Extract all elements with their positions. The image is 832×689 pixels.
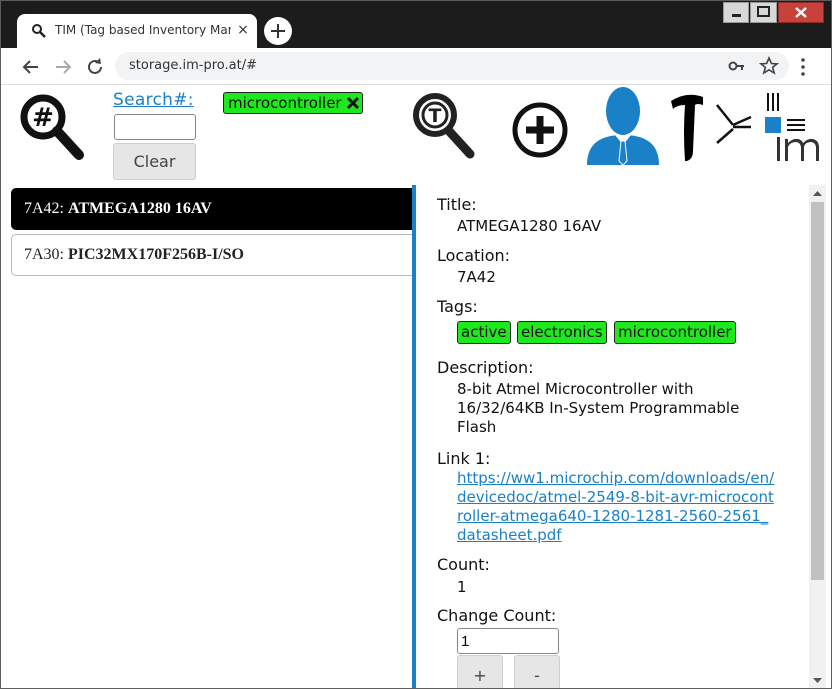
panel-divider[interactable] xyxy=(412,185,416,688)
maximize-icon xyxy=(757,6,770,17)
title-label: Title: xyxy=(437,195,477,214)
add-item-icon[interactable] xyxy=(511,101,569,159)
minimize-icon xyxy=(732,14,741,17)
browser-toolbar: storage.im-pro.at/# xyxy=(1,48,831,85)
datasheet-link[interactable]: https://ww1.microchip.com/downloads/en/ … xyxy=(457,469,807,545)
browser-tab[interactable]: TIM (Tag based Inventory Management) × xyxy=(17,14,257,48)
change-count-label: Change Count: xyxy=(437,606,557,625)
link-line: datasheet.pdf xyxy=(457,526,562,544)
magnifier-favicon-icon xyxy=(32,24,46,38)
tab-close-icon[interactable]: × xyxy=(235,22,251,38)
plus-icon xyxy=(271,24,285,38)
minimize-button[interactable] xyxy=(723,2,749,23)
list-item[interactable]: 7A42: ATMEGA1280 16AV xyxy=(11,188,415,230)
hash-search-icon[interactable]: # xyxy=(19,93,85,161)
tab-title: TIM (Tag based Inventory Management) xyxy=(55,23,231,37)
tag-chip-microcontroller[interactable]: microcontroller xyxy=(614,321,736,344)
key-icon[interactable] xyxy=(727,56,747,76)
scroll-up-arrow-icon[interactable] xyxy=(809,185,826,202)
vertical-scrollbar[interactable] xyxy=(809,185,826,689)
change-count-input[interactable] xyxy=(457,628,559,654)
description-line: Flash xyxy=(457,418,497,436)
scroll-down-arrow-icon[interactable] xyxy=(809,672,826,689)
remove-tag-icon[interactable] xyxy=(346,96,360,110)
description-label: Description: xyxy=(437,358,534,377)
back-arrow-icon[interactable] xyxy=(19,55,43,79)
new-tab-button[interactable] xyxy=(264,17,292,45)
filter-tag-chip: microcontroller xyxy=(223,92,363,114)
tag-chip-active[interactable]: active xyxy=(457,321,511,344)
count-value: 1 xyxy=(457,578,467,596)
tag-search-icon[interactable]: T xyxy=(409,91,477,161)
link-line: https://ww1.microchip.com/downloads/en/ xyxy=(457,469,775,487)
decrement-button[interactable]: - xyxy=(514,655,560,688)
item-title: PIC32MX170F256B-I/SO xyxy=(68,246,244,263)
search-input[interactable] xyxy=(114,114,196,140)
link-line: devicedoc/atmel-2549-8-bit-avr-microcont xyxy=(457,488,774,506)
location-value: 7A42 xyxy=(457,268,496,286)
svg-text:#: # xyxy=(32,103,54,133)
star-icon[interactable] xyxy=(759,56,779,76)
description-line: 16/32/64KB In-System Programmable xyxy=(457,399,740,417)
tag-chip-electronics[interactable]: electronics xyxy=(517,321,607,344)
kebab-menu-icon[interactable] xyxy=(793,56,813,78)
link-line: roller-atmega640-1280-1281-2560-2561_ xyxy=(457,507,769,525)
increment-button[interactable]: + xyxy=(457,655,503,688)
item-location: 7A42: xyxy=(24,200,64,217)
address-bar[interactable]: storage.im-pro.at/# xyxy=(115,52,789,80)
item-location: 7A30: xyxy=(24,246,64,263)
tim-logo[interactable] xyxy=(667,89,823,163)
page-content: # Search#: Clear microcontroller T 7A42:… xyxy=(1,85,831,689)
count-label: Count: xyxy=(437,555,490,574)
location-label: Location: xyxy=(437,246,511,265)
description-line: 8-bit Atmel Microcontroller with xyxy=(457,380,694,398)
scroll-thumb[interactable] xyxy=(811,202,824,580)
reload-icon[interactable] xyxy=(83,55,107,79)
window-close-button[interactable] xyxy=(778,2,824,23)
browser-window: TIM (Tag based Inventory Management) × xyxy=(0,0,832,689)
svg-text:T: T xyxy=(429,105,442,127)
list-item[interactable]: 7A30: PIC32MX170F256B-I/SO xyxy=(11,234,415,276)
item-title: ATMEGA1280 16AV xyxy=(68,200,212,217)
clear-button[interactable]: Clear xyxy=(113,143,196,180)
tags-label: Tags: xyxy=(437,297,478,316)
user-account-icon[interactable] xyxy=(585,85,661,165)
filter-tag-label: microcontroller xyxy=(228,94,342,112)
forward-arrow-icon[interactable] xyxy=(51,55,75,79)
search-link[interactable]: Search#: xyxy=(113,90,194,110)
item-list: 7A42: ATMEGA1280 16AV 7A30: PIC32MX170F2… xyxy=(1,185,415,688)
title-value: ATMEGA1280 16AV xyxy=(457,217,602,235)
address-url: storage.im-pro.at/# xyxy=(129,58,257,73)
maximize-button[interactable] xyxy=(750,2,777,23)
link1-label: Link 1: xyxy=(437,449,491,468)
description-value: 8-bit Atmel Microcontroller with 16/32/6… xyxy=(457,380,803,437)
close-icon xyxy=(795,7,807,18)
tab-strip: TIM (Tag based Inventory Management) × xyxy=(1,1,831,48)
